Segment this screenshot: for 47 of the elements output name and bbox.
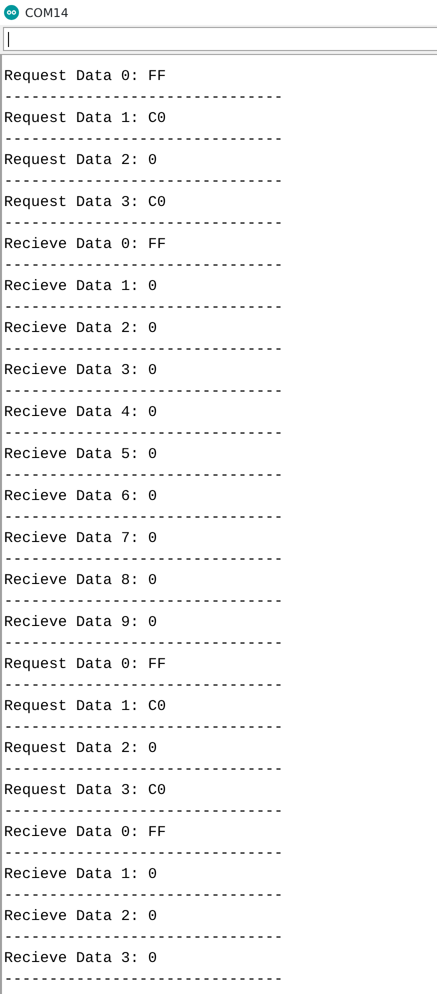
output-line: Recieve Data 3: 0 — [3, 949, 158, 969]
output-line: Request Data 0: FF — [3, 655, 168, 675]
output-line: Request Data 1: C0 — [3, 697, 168, 717]
separator-line: ------------------------------- — [3, 88, 284, 108]
separator-line: ------------------------------- — [3, 214, 284, 234]
separator-line: ------------------------------- — [3, 466, 284, 486]
output-line: Recieve Data 2: 0 — [3, 907, 158, 927]
separator-line: ------------------------------- — [3, 508, 284, 528]
output-line: Recieve Data 4: 0 — [3, 403, 158, 423]
separator-line: ------------------------------- — [3, 592, 284, 612]
output-line: Recieve Data 5: 0 — [3, 445, 158, 465]
separator-line: ------------------------------- — [3, 550, 284, 570]
input-field[interactable] — [3, 27, 437, 51]
separator-line: ------------------------------- — [3, 298, 284, 318]
separator-line: ------------------------------- — [3, 340, 284, 360]
separator-line: ------------------------------- — [3, 760, 284, 780]
window-title: COM14 — [25, 4, 68, 22]
separator-line: ------------------------------- — [3, 634, 284, 654]
output-line: Request Data 3: C0 — [3, 781, 168, 801]
output-line: Recieve Data 1: 0 — [3, 277, 158, 297]
app-icon — [4, 5, 19, 20]
output-line: Request Data 2: 0 — [3, 739, 158, 759]
output-line: Recieve Data 1: 0 — [3, 865, 158, 885]
output-line: Request Data 2: 0 — [3, 151, 158, 171]
separator-line: ------------------------------- — [3, 802, 284, 822]
separator-line: ------------------------------- — [3, 256, 284, 276]
separator-line: ------------------------------- — [3, 928, 284, 948]
output-line: Recieve Data 3: 0 — [3, 361, 158, 381]
output-line: Request Data 3: C0 — [3, 193, 168, 213]
separator-line: ------------------------------- — [3, 382, 284, 402]
output-line: Recieve Data 0: FF — [3, 235, 168, 255]
output-line: Recieve Data 0: FF — [3, 823, 168, 843]
output-line: Request Data 0: FF — [3, 67, 168, 87]
separator-line: ------------------------------- — [3, 130, 284, 150]
separator-line: ------------------------------- — [3, 844, 284, 864]
output-line: Recieve Data 6: 0 — [3, 487, 158, 507]
output-line: Recieve Data 2: 0 — [3, 319, 158, 339]
separator-line: ------------------------------- — [3, 676, 284, 696]
output-line: Request Data 1: C0 — [3, 109, 168, 129]
separator-line: ------------------------------- — [3, 424, 284, 444]
separator-line: ------------------------------- — [3, 886, 284, 906]
output-line: Recieve Data 9: 0 — [3, 613, 158, 633]
separator-line: ------------------------------- — [3, 970, 284, 990]
output-line: Recieve Data 8: 0 — [3, 571, 158, 591]
separator-line: ------------------------------- — [3, 718, 284, 738]
output-line: Recieve Data 7: 0 — [3, 529, 158, 549]
separator-line: ------------------------------- — [3, 172, 284, 192]
